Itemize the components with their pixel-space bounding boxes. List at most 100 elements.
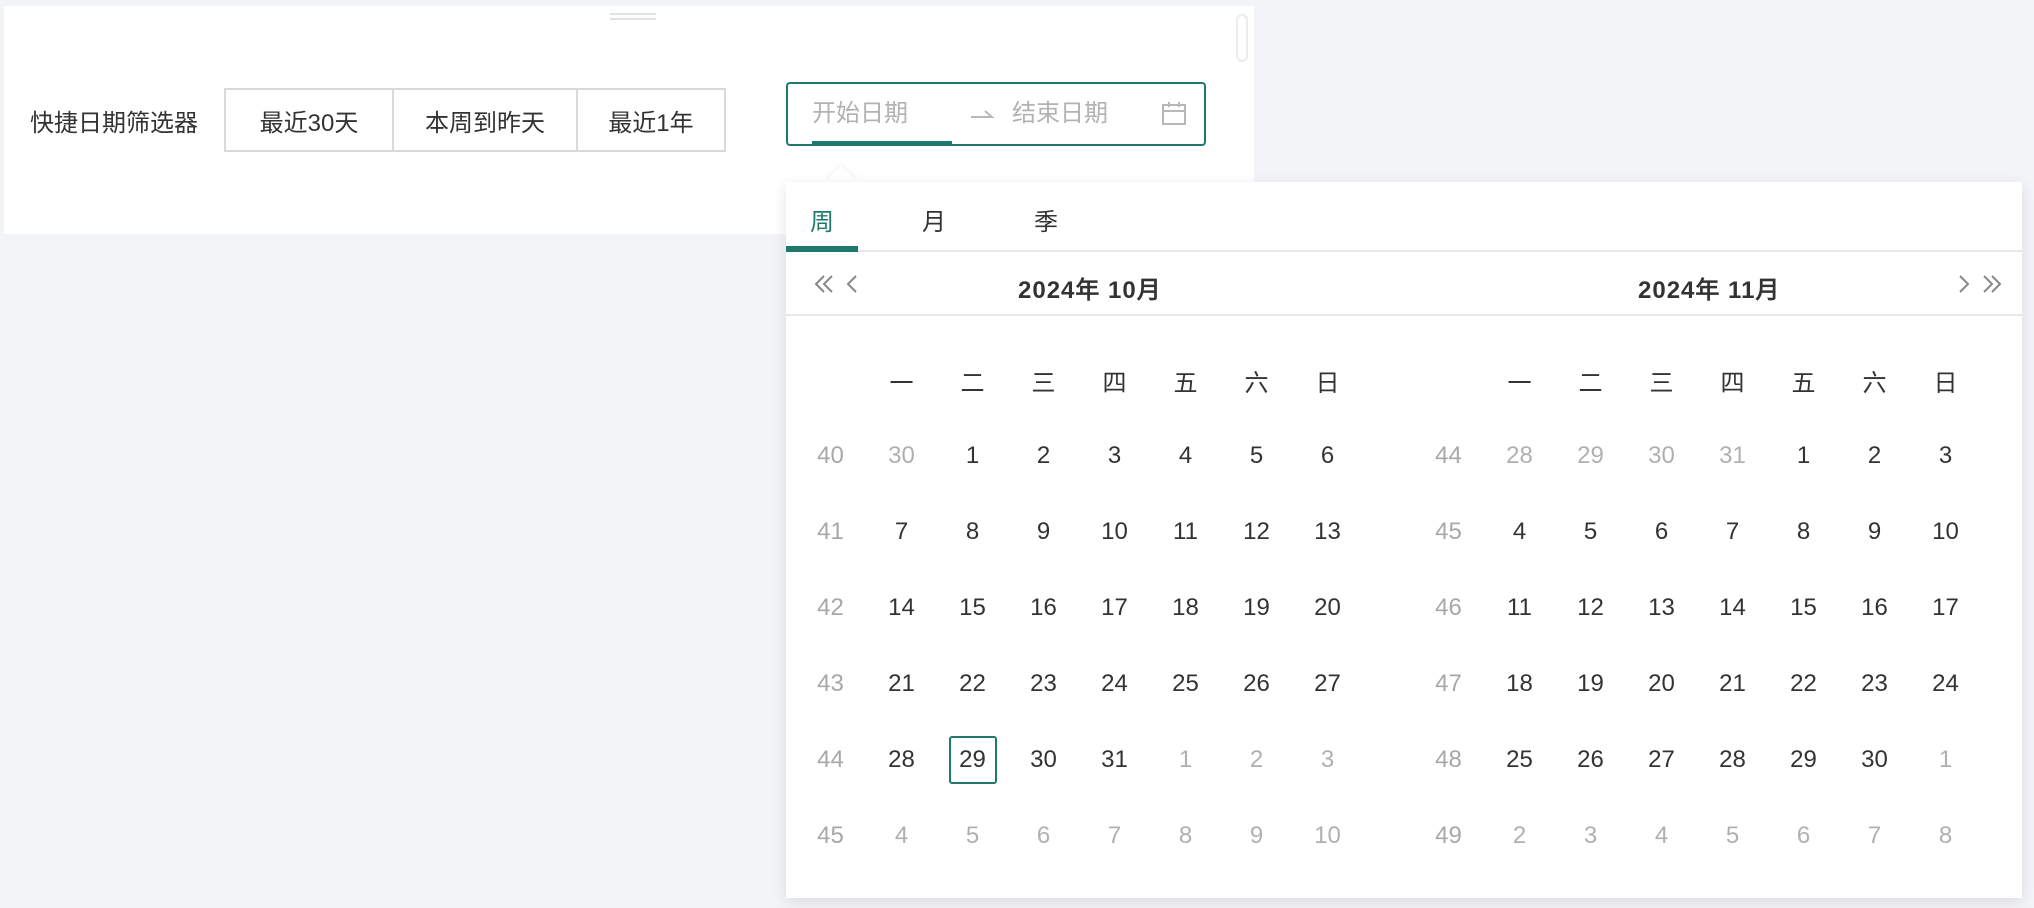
prev-month-icon[interactable] (838, 268, 870, 300)
day-cell[interactable]: 7 (1697, 494, 1768, 570)
day-cell[interactable]: 2 (1221, 722, 1292, 798)
next-year-icon[interactable] (1976, 268, 2008, 300)
day-cell[interactable]: 11 (1150, 494, 1221, 570)
day-cell[interactable]: 18 (1150, 570, 1221, 646)
day-cell[interactable]: 30 (866, 418, 937, 494)
day-cell[interactable]: 15 (1768, 570, 1839, 646)
day-cell[interactable]: 26 (1555, 722, 1626, 798)
day-cell[interactable]: 2 (1839, 418, 1910, 494)
day-cell[interactable]: 7 (1079, 798, 1150, 874)
day-cell[interactable]: 15 (937, 570, 1008, 646)
day-cell[interactable]: 2 (1008, 418, 1079, 494)
day-cell[interactable]: 12 (1555, 570, 1626, 646)
day-cell[interactable]: 16 (1839, 570, 1910, 646)
day-cell[interactable]: 26 (1221, 646, 1292, 722)
day-cell[interactable]: 4 (1150, 418, 1221, 494)
day-cell[interactable]: 11 (1484, 570, 1555, 646)
day-cell[interactable]: 17 (1079, 570, 1150, 646)
day-cell[interactable]: 5 (1697, 798, 1768, 874)
day-cell[interactable]: 9 (1221, 798, 1292, 874)
day-cell[interactable]: 3 (1079, 418, 1150, 494)
day-cell[interactable]: 21 (866, 646, 937, 722)
date-range-picker[interactable] (786, 82, 1206, 146)
day-cell[interactable]: 30 (1839, 722, 1910, 798)
quick-button-last-1-year[interactable]: 最近1年 (576, 90, 724, 150)
day-cell[interactable]: 22 (1768, 646, 1839, 722)
day-cell[interactable]: 10 (1292, 798, 1363, 874)
day-cell[interactable]: 31 (1079, 722, 1150, 798)
day-cell[interactable]: 8 (1910, 798, 1981, 874)
day-cell-today[interactable]: 29 (937, 722, 1008, 798)
right-month-title[interactable]: 2024年 11月 (1638, 270, 1780, 305)
day-cell[interactable]: 6 (1008, 798, 1079, 874)
day-cell[interactable]: 24 (1079, 646, 1150, 722)
day-cell[interactable]: 9 (1839, 494, 1910, 570)
day-cell[interactable]: 29 (1555, 418, 1626, 494)
day-cell[interactable]: 30 (1626, 418, 1697, 494)
day-cell[interactable]: 3 (1555, 798, 1626, 874)
day-cell[interactable]: 19 (1221, 570, 1292, 646)
quick-button-week-to-yesterday[interactable]: 本周到昨天 (392, 90, 576, 150)
day-cell[interactable]: 1 (937, 418, 1008, 494)
day-cell[interactable]: 21 (1697, 646, 1768, 722)
day-cell[interactable]: 1 (1150, 722, 1221, 798)
day-cell[interactable]: 28 (866, 722, 937, 798)
start-date-input[interactable] (812, 84, 942, 144)
day-cell[interactable]: 10 (1079, 494, 1150, 570)
day-cell[interactable]: 5 (1221, 418, 1292, 494)
day-cell[interactable]: 4 (1626, 798, 1697, 874)
quick-button-last-30-days[interactable]: 最近30天 (226, 90, 392, 150)
tab-week[interactable]: 周 (810, 202, 834, 237)
day-cell[interactable]: 25 (1150, 646, 1221, 722)
day-cell[interactable]: 17 (1910, 570, 1981, 646)
day-cell[interactable]: 3 (1910, 418, 1981, 494)
day-cell[interactable]: 14 (1697, 570, 1768, 646)
day-cell[interactable]: 7 (1839, 798, 1910, 874)
day-cell[interactable]: 18 (1484, 646, 1555, 722)
day-cell[interactable]: 30 (1008, 722, 1079, 798)
day-cell[interactable]: 8 (1768, 494, 1839, 570)
tab-quarter[interactable]: 季 (1034, 202, 1058, 237)
day-cell[interactable]: 28 (1697, 722, 1768, 798)
scrollbar-thumb[interactable] (1236, 14, 1248, 62)
prev-year-icon[interactable] (808, 268, 840, 300)
left-month-title[interactable]: 2024年 10月 (1018, 270, 1162, 305)
day-cell[interactable]: 25 (1484, 722, 1555, 798)
day-cell[interactable]: 28 (1484, 418, 1555, 494)
day-cell[interactable]: 6 (1768, 798, 1839, 874)
day-cell[interactable]: 4 (1484, 494, 1555, 570)
day-cell[interactable]: 9 (1008, 494, 1079, 570)
day-cell[interactable]: 13 (1626, 570, 1697, 646)
day-cell[interactable]: 24 (1910, 646, 1981, 722)
next-month-icon[interactable] (1946, 268, 1978, 300)
day-cell[interactable]: 20 (1626, 646, 1697, 722)
day-cell[interactable]: 29 (1768, 722, 1839, 798)
day-cell[interactable]: 1 (1910, 722, 1981, 798)
tab-month[interactable]: 月 (922, 202, 946, 237)
day-cell[interactable]: 16 (1008, 570, 1079, 646)
day-cell[interactable]: 22 (937, 646, 1008, 722)
day-cell[interactable]: 23 (1839, 646, 1910, 722)
day-cell[interactable]: 27 (1292, 646, 1363, 722)
day-cell[interactable]: 4 (866, 798, 937, 874)
day-cell[interactable]: 7 (866, 494, 937, 570)
day-cell[interactable]: 12 (1221, 494, 1292, 570)
day-cell[interactable]: 2 (1484, 798, 1555, 874)
day-cell[interactable]: 14 (866, 570, 937, 646)
day-cell[interactable]: 27 (1626, 722, 1697, 798)
day-cell[interactable]: 13 (1292, 494, 1363, 570)
day-cell[interactable]: 8 (937, 494, 1008, 570)
drag-handle[interactable] (610, 10, 656, 20)
day-cell[interactable]: 1 (1768, 418, 1839, 494)
day-cell[interactable]: 6 (1626, 494, 1697, 570)
day-cell[interactable]: 10 (1910, 494, 1981, 570)
day-cell[interactable]: 8 (1150, 798, 1221, 874)
day-cell[interactable]: 31 (1697, 418, 1768, 494)
day-cell[interactable]: 5 (1555, 494, 1626, 570)
day-cell[interactable]: 3 (1292, 722, 1363, 798)
day-cell[interactable]: 19 (1555, 646, 1626, 722)
end-date-input[interactable] (1012, 84, 1142, 144)
day-cell[interactable]: 5 (937, 798, 1008, 874)
day-cell[interactable]: 20 (1292, 570, 1363, 646)
day-cell[interactable]: 23 (1008, 646, 1079, 722)
